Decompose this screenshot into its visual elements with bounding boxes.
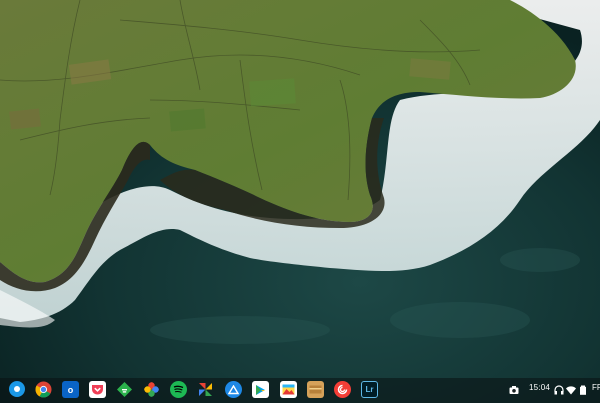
pocket-icon[interactable] [89,381,106,398]
gallery-icon[interactable] [280,381,297,398]
launcher-dot [14,386,20,392]
wifi-icon [566,386,576,395]
photos-icon[interactable] [143,381,160,398]
status-tray[interactable]: 15:04 FR [503,381,600,400]
pinwheel-app-icon[interactable] [197,381,214,398]
launcher-icon[interactable] [9,381,25,397]
outlook-icon[interactable]: o [62,381,79,398]
chrome-icon[interactable] [35,381,52,398]
feedly-icon[interactable] [116,381,133,398]
wallet-icon[interactable] [307,381,324,398]
ime-indicator[interactable]: FR [592,383,600,392]
pocket-casts-icon[interactable] [334,381,351,398]
screenshot-icon[interactable] [509,385,519,395]
clock-time: 15:04 [529,383,551,392]
battery-icon [580,385,586,395]
coastal-cliffs-wallpaper [0,0,600,403]
shelf: o Lr 15:04 FR [0,378,600,403]
play-store-icon[interactable] [252,381,269,398]
desktop: o Lr 15:04 FR [0,0,600,403]
lightroom-icon[interactable]: Lr [361,381,378,398]
outlook-label: o [67,384,74,395]
lightroom-label: Lr [365,385,374,394]
headphones-icon [554,385,564,395]
spotify-icon[interactable] [170,381,187,398]
drive-style-app-icon[interactable] [225,381,242,398]
